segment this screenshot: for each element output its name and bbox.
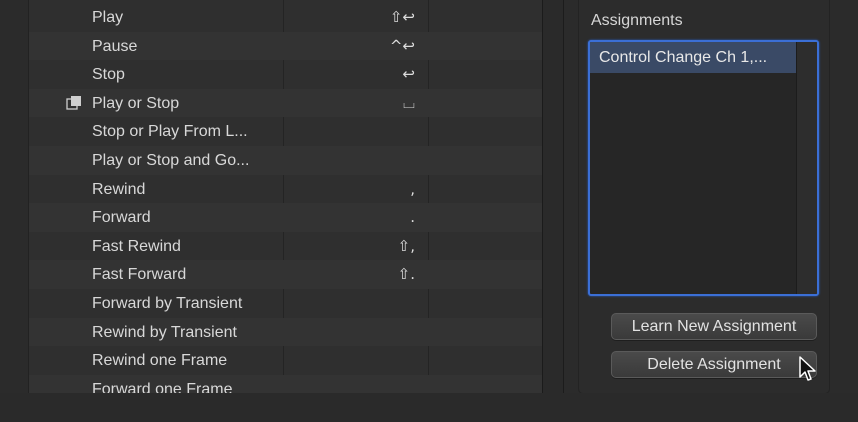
table-row[interactable]: Rewind one Frame [29, 346, 542, 375]
command-label: Rewind by Transient [92, 323, 237, 341]
command-key: . [410, 208, 415, 227]
table-row[interactable]: Stop ↩ [29, 60, 542, 89]
command-label: Play [92, 9, 124, 26]
table-row[interactable]: Rewind, [29, 175, 542, 204]
command-label: Play or Stop and Go... [92, 152, 250, 169]
command-label: Forward one Frame [92, 380, 233, 394]
table-row[interactable]: Forward by Transient [29, 289, 542, 318]
window-footer [0, 393, 858, 422]
table-row[interactable]: Pause ^↩ [29, 31, 542, 61]
command-label: Forward by Transient [92, 295, 243, 312]
delete-assignment-button[interactable]: Delete Assignment [611, 351, 817, 378]
command-key: ⇧↩ [389, 8, 415, 26]
command-label: Rewind [92, 180, 146, 198]
command-key: , [410, 179, 415, 198]
assignments-scrollbar[interactable] [796, 42, 817, 294]
mouse-pointer-icon [799, 356, 816, 381]
multiple-assignment-icon [66, 95, 81, 110]
command-label: Fast Rewind [92, 237, 181, 255]
command-key: ⌴ [402, 93, 415, 112]
table-row[interactable]: Play or Stop ⌴ [29, 88, 542, 118]
table-row[interactable]: Play or Stop and Go... [29, 146, 542, 175]
command-label: Stop [92, 66, 125, 84]
command-label: Stop or Play From L... [92, 123, 248, 141]
command-key: ↩ [402, 65, 415, 84]
command-key: ^↩ [389, 36, 415, 55]
command-label: Fast Forward [92, 266, 187, 284]
table-row[interactable]: Forward one Frame [29, 374, 542, 394]
table-row[interactable]: Fast Rewind ⇧, [29, 232, 542, 261]
command-label: Play or Stop [92, 94, 180, 112]
command-key: ⇧. [397, 265, 415, 284]
table-row[interactable]: Rewind by Transient [29, 317, 542, 347]
command-label: Pause [92, 37, 138, 55]
assignments-title: Assignments [591, 12, 683, 29]
learn-new-assignment-button[interactable]: Learn New Assignment [611, 313, 817, 340]
command-label: Forward [92, 209, 151, 227]
key-commands-table[interactable]: Play ⇧↩ Pause ^↩ Stop ↩ Play or Stop ⌴ Stop or P… [28, 0, 564, 394]
assignments-list[interactable]: Control Change Ch 1,... [588, 40, 819, 296]
assignment-item-label: Control Change Ch 1,... [599, 49, 768, 66]
command-label: Rewind one Frame [92, 352, 228, 370]
command-key: ⇧, [397, 236, 415, 255]
table-row[interactable]: Stop or Play From L... [29, 117, 542, 146]
table-row[interactable]: Fast Forward ⇧. [29, 260, 542, 289]
assignment-item[interactable]: Control Change Ch 1,... [590, 42, 797, 73]
table-row[interactable]: Forward. [29, 203, 542, 232]
table-row[interactable]: Play ⇧↩ [29, 3, 542, 32]
table-scrollbar[interactable] [543, 0, 563, 393]
